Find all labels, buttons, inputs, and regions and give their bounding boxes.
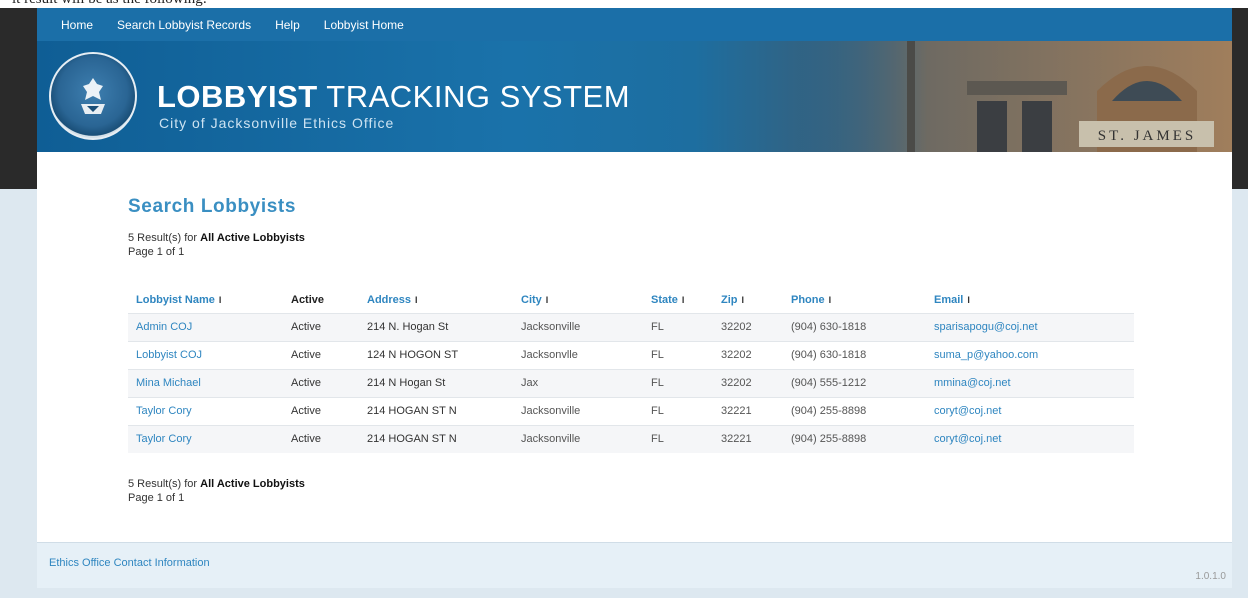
lobbyist-name-link[interactable]: Lobbyist COJ (128, 340, 283, 369)
building-sign-text: ST. JAMES (1098, 128, 1196, 144)
phone-cell: (904) 255-8898 (783, 424, 926, 453)
app-subtitle: City of Jacksonville Ethics Office (159, 115, 395, 131)
column-header-phone[interactable]: Phone I (783, 287, 926, 313)
result-summary-bottom: 5 Result(s) for All Active Lobbyists (128, 478, 305, 490)
sort-icon: I (967, 294, 970, 305)
table-row: Mina Michael Active 214 N Hogan St Jax F… (128, 368, 1134, 397)
table-row: Taylor Cory Active 214 HOGAN ST N Jackso… (128, 424, 1134, 453)
document-caption-strip: lt result will be as the following: (0, 0, 1248, 8)
city-cell: Jax (513, 368, 643, 397)
app-frame: Home Search Lobbyist Records Help Lobbyi… (37, 8, 1232, 588)
email-link[interactable]: mmina@coj.net (926, 368, 1134, 397)
table-row: Admin COJ Active 214 N. Hogan St Jackson… (128, 312, 1134, 341)
nav-search-lobbyist-records[interactable]: Search Lobbyist Records (117, 18, 251, 32)
address-cell: 214 N Hogan St (359, 368, 513, 397)
table-row: Taylor Cory Active 214 HOGAN ST N Jackso… (128, 396, 1134, 425)
sort-icon: I (218, 294, 222, 305)
active-cell: Active (283, 396, 359, 425)
zip-cell: 32221 (713, 396, 783, 425)
lobbyist-name-link[interactable]: Mina Michael (128, 368, 283, 397)
active-cell: Active (283, 424, 359, 453)
lobbyist-name-link[interactable]: Taylor Cory (128, 396, 283, 425)
document-caption: lt result will be as the following: (12, 0, 207, 8)
column-header-address[interactable]: Address I (359, 287, 513, 313)
sort-icon: I (681, 294, 685, 305)
version-label: 1.0.1.0 (1195, 571, 1226, 582)
lobbyist-name-link[interactable]: Taylor Cory (128, 424, 283, 453)
lobbyist-name-link[interactable]: Admin COJ (128, 312, 283, 341)
app-title: LOBBYIST TRACKING SYSTEM (157, 79, 631, 114)
page-info-top: Page 1 of 1 (128, 246, 185, 258)
address-cell: 124 N HOGON ST (359, 340, 513, 369)
zip-cell: 32221 (713, 424, 783, 453)
phone-cell: (904) 630-1818 (783, 312, 926, 341)
table-header-row: Lobbyist Name I Active Address I City I Sta… (128, 287, 1134, 313)
sort-icon: I (545, 294, 549, 305)
address-cell: 214 HOGAN ST N (359, 396, 513, 425)
side-band-left (0, 8, 37, 189)
sort-icon: I (415, 294, 418, 305)
st-james-building-image: ST. JAMES (797, 41, 1232, 152)
email-link[interactable]: coryt@coj.net (926, 396, 1134, 425)
active-cell: Active (283, 340, 359, 369)
state-cell: FL (643, 312, 713, 341)
column-header-email[interactable]: Email I (926, 287, 1134, 313)
column-header-zip[interactable]: Zip I (713, 287, 783, 313)
nav-lobbyist-home[interactable]: Lobbyist Home (324, 18, 404, 32)
active-cell: Active (283, 368, 359, 397)
zip-cell: 32202 (713, 340, 783, 369)
address-cell: 214 N. Hogan St (359, 312, 513, 341)
active-cell: Active (283, 312, 359, 341)
ethics-contact-link[interactable]: Ethics Office Contact Information (49, 557, 210, 569)
phone-cell: (904) 555-1212 (783, 368, 926, 397)
state-cell: FL (643, 396, 713, 425)
city-cell: Jacksonville (513, 424, 643, 453)
column-header-active: Active (291, 293, 325, 306)
column-header-lobbyist-name[interactable]: Lobbyist Name I (128, 287, 283, 313)
column-header-city[interactable]: City I (513, 287, 643, 313)
phone-cell: (904) 630-1818 (783, 340, 926, 369)
email-link[interactable]: coryt@coj.net (926, 424, 1134, 453)
lobbyist-results-table: Lobbyist Name I Active Address I City I Sta… (128, 287, 1134, 453)
sort-icon: I (741, 294, 745, 305)
nav-help[interactable]: Help (275, 18, 300, 32)
side-band-right (1232, 8, 1248, 189)
sort-icon: I (828, 294, 832, 305)
phone-cell: (904) 255-8898 (783, 396, 926, 425)
column-header-state[interactable]: State I (643, 287, 713, 313)
email-link[interactable]: sparisapogu@coj.net (926, 312, 1134, 341)
city-cell: Jacksonvlle (513, 340, 643, 369)
city-cell: Jacksonville (513, 396, 643, 425)
seal-emblem-icon (81, 78, 105, 114)
header-banner: LOBBYIST TRACKING SYSTEM City of Jackson… (37, 41, 1232, 152)
email-link[interactable]: suma_p@yahoo.com (926, 340, 1134, 369)
state-cell: FL (643, 340, 713, 369)
top-navbar: Home Search Lobbyist Records Help Lobbyi… (37, 8, 1232, 41)
main-content: Search Lobbyists 5 Result(s) for All Act… (37, 152, 1232, 557)
table-row: Lobbyist COJ Active 124 N HOGON ST Jacks… (128, 340, 1134, 369)
page-title: Search Lobbyists (128, 196, 296, 217)
city-cell: Jacksonville (513, 312, 643, 341)
city-seal-logo (49, 52, 137, 140)
result-summary-top: 5 Result(s) for All Active Lobbyists (128, 232, 305, 244)
zip-cell: 32202 (713, 368, 783, 397)
address-cell: 214 HOGAN ST N (359, 424, 513, 453)
zip-cell: 32202 (713, 312, 783, 341)
state-cell: FL (643, 368, 713, 397)
page-info-bottom: Page 1 of 1 (128, 492, 185, 504)
state-cell: FL (643, 424, 713, 453)
page-footer: Ethics Office Contact Information 1.0.1.… (37, 542, 1232, 588)
nav-home[interactable]: Home (61, 18, 93, 32)
